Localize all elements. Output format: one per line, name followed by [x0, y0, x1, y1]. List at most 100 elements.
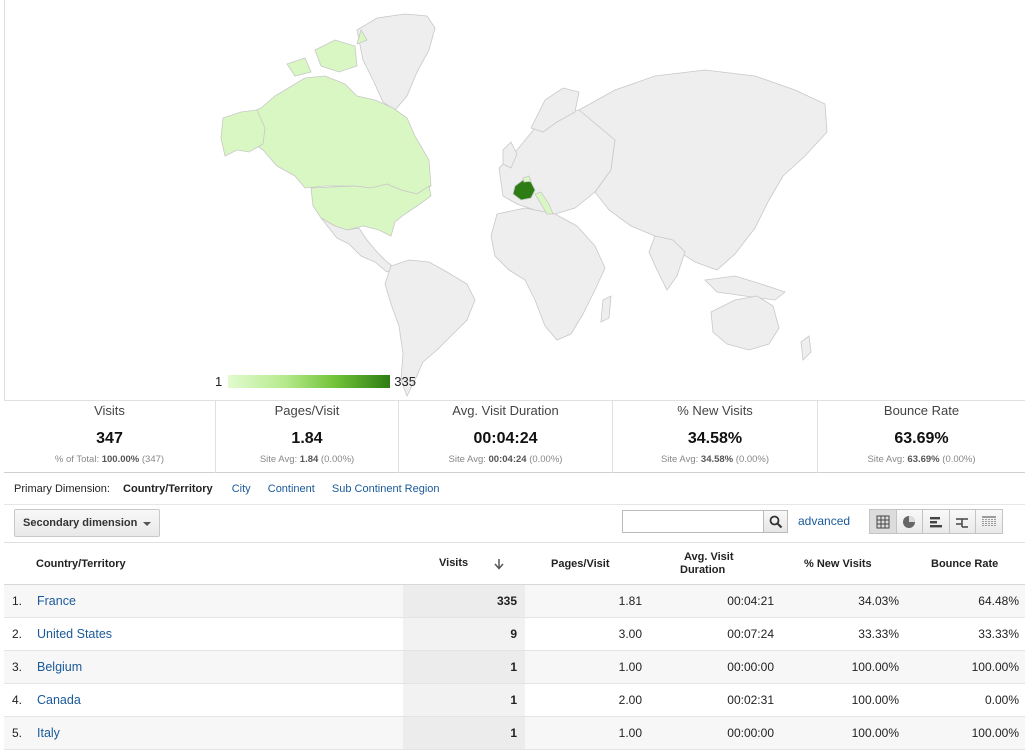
metric-card-bounce-rate[interactable]: Bounce Rate 63.69% Site Avg: 63.69% (0.0…: [818, 401, 1025, 473]
metric-label: Pages/Visit: [274, 403, 340, 418]
cell-new-visits: 100.00%: [778, 716, 903, 750]
cell-avg-duration: 00:04:21: [650, 584, 778, 618]
cell-visits: 9: [403, 617, 525, 651]
view-performance-button[interactable]: [922, 509, 950, 534]
column-header-pages-visit[interactable]: Pages/Visit: [525, 542, 650, 585]
cell-pages-visit: 3.00: [525, 617, 650, 651]
cell-visits: 1: [403, 650, 525, 684]
metric-subtext: Site Avg: 1.84 (0.00%): [259, 454, 355, 465]
metric-label: % New Visits: [677, 403, 753, 418]
row-rank: 3.: [4, 650, 32, 684]
primary-dimension-label: Primary Dimension:: [14, 483, 110, 495]
map-region-sea-islands: [704, 275, 786, 301]
row-rank: 1.: [4, 584, 32, 618]
column-header-avg-duration[interactable]: Avg. Visit Duration: [650, 542, 778, 585]
map-region-africa: [490, 207, 606, 341]
map-region-canada-islands: [286, 29, 368, 77]
pie-chart-icon: [903, 515, 916, 528]
primary-dimension-bar: Primary Dimension: Country/Territory Cit…: [4, 473, 1025, 505]
country-link[interactable]: Belgium: [37, 660, 82, 674]
dimension-link-continent[interactable]: Continent: [268, 483, 315, 495]
column-header-bounce-rate[interactable]: Bounce Rate: [903, 542, 1025, 585]
cell-bounce-rate: 64.48%: [903, 584, 1025, 618]
search-icon: [769, 515, 782, 528]
view-comparison-button[interactable]: [948, 509, 976, 534]
map-color-legend: 1 335: [215, 372, 416, 390]
metric-card-pages-visit[interactable]: Pages/Visit 1.84 Site Avg: 1.84 (0.00%): [216, 401, 399, 473]
row-rank: 4.: [4, 683, 32, 717]
dimension-link-city[interactable]: City: [232, 483, 251, 495]
cell-bounce-rate: 100.00%: [903, 716, 1025, 750]
cell-pages-visit: 1.00: [525, 650, 650, 684]
metric-value: 1.84: [291, 430, 323, 447]
column-header-new-visits[interactable]: % New Visits: [778, 542, 903, 585]
metric-card-avg-duration[interactable]: Avg. Visit Duration 00:04:24 Site Avg: 0…: [399, 401, 613, 473]
table-row: 1. France 335 1.81 00:04:21 34.03% 64.48…: [4, 584, 1025, 618]
chevron-down-icon: [143, 522, 151, 526]
cell-pages-visit: 2.00: [525, 683, 650, 717]
search-button[interactable]: [763, 510, 788, 533]
cell-avg-duration: 00:02:31: [650, 683, 778, 717]
country-link[interactable]: United States: [37, 627, 112, 641]
cell-new-visits: 100.00%: [778, 683, 903, 717]
world-map-svg[interactable]: [5, 0, 1025, 400]
legend-max-label: 335: [394, 373, 416, 389]
cell-pages-visit: 1.81: [525, 584, 650, 618]
map-region-greenland[interactable]: [356, 13, 436, 111]
view-table-button[interactable]: [869, 509, 897, 534]
map-region-australia: [710, 295, 780, 351]
metric-subtext: % of Total: 100.00% (347): [54, 454, 165, 465]
primary-dimension-active: Country/Territory: [123, 483, 213, 495]
cell-bounce-rate: 100.00%: [903, 650, 1025, 684]
table-row: 3. Belgium 1 1.00 00:00:00 100.00% 100.0…: [4, 650, 1025, 684]
cell-avg-duration: 00:00:00: [650, 716, 778, 750]
cell-new-visits: 100.00%: [778, 650, 903, 684]
metric-subtext: Site Avg: 00:04:24 (0.00%): [448, 454, 563, 465]
country-link[interactable]: Italy: [37, 726, 60, 740]
column-header-visits[interactable]: Visits: [403, 542, 525, 585]
cell-visits: 335: [403, 584, 525, 618]
bar-chart-icon: [929, 516, 942, 527]
table-search-input[interactable]: [622, 510, 764, 533]
cell-bounce-rate: 0.00%: [903, 683, 1025, 717]
metric-scorecards: Visits 347 % of Total: 100.00% (347) Pag…: [4, 400, 1025, 473]
metric-value: 347: [96, 430, 123, 447]
advanced-filter-link[interactable]: advanced: [798, 514, 850, 528]
cell-bounce-rate: 33.33%: [903, 617, 1025, 651]
row-rank: 2.: [4, 617, 32, 651]
map-region-asia: [578, 69, 828, 271]
cell-new-visits: 33.33%: [778, 617, 903, 651]
view-switcher: [869, 509, 1003, 534]
table-toolbar: Secondary dimension advanced: [4, 505, 1025, 542]
secondary-dimension-dropdown[interactable]: Secondary dimension: [14, 509, 160, 537]
country-link[interactable]: France: [37, 594, 76, 608]
legend-gradient-bar: [228, 374, 391, 388]
row-rank: 5.: [4, 716, 32, 750]
cell-pages-visit: 1.00: [525, 716, 650, 750]
table-header-row: Country/Territory Visits Pages/Visit Avg…: [4, 542, 1025, 585]
comparison-icon: [956, 517, 969, 528]
metric-value: 63.69%: [894, 430, 949, 447]
view-pivot-button[interactable]: [975, 509, 1003, 534]
metric-subtext: Site Avg: 34.58% (0.00%): [660, 454, 770, 465]
metric-card-visits[interactable]: Visits 347 % of Total: 100.00% (347): [4, 401, 216, 473]
secondary-dimension-label: Secondary dimension: [23, 517, 138, 529]
column-header-country[interactable]: Country/Territory: [4, 542, 403, 585]
sort-descending-icon: [494, 558, 504, 570]
country-link[interactable]: Canada: [37, 693, 81, 707]
metric-label: Bounce Rate: [883, 403, 960, 418]
metric-label: Visits: [94, 403, 125, 418]
table-row: 4. Canada 1 2.00 00:02:31 100.00% 0.00%: [4, 683, 1025, 717]
metric-label: Avg. Visit Duration: [452, 403, 559, 418]
report-table: Country/Territory Visits Pages/Visit Avg…: [4, 542, 1025, 750]
dimension-link-sub-continent[interactable]: Sub Continent Region: [332, 483, 440, 495]
geo-map[interactable]: 1 335: [4, 0, 1025, 400]
cell-avg-duration: 00:00:00: [650, 650, 778, 684]
cell-visits: 1: [403, 683, 525, 717]
metric-card-new-visits[interactable]: % New Visits 34.58% Site Avg: 34.58% (0.…: [613, 401, 818, 473]
legend-min-label: 1: [215, 373, 223, 389]
cell-avg-duration: 00:07:24: [650, 617, 778, 651]
view-pie-button[interactable]: [895, 509, 923, 534]
metric-subtext: Site Avg: 63.69% (0.00%): [867, 454, 976, 465]
table-row: 5. Italy 1 1.00 00:00:00 100.00% 100.00%: [4, 716, 1025, 750]
